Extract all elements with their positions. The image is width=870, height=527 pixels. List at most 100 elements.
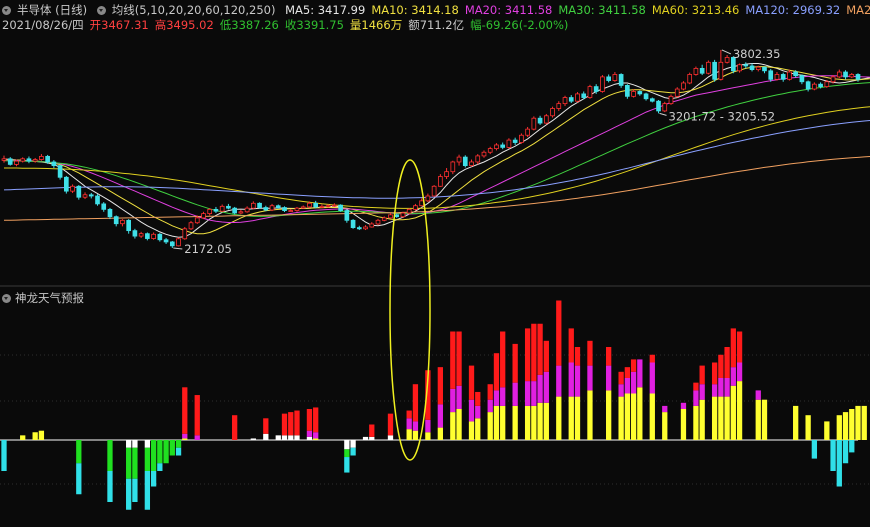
indicator-bar-red (606, 347, 612, 366)
indicator-bar-white (350, 440, 356, 448)
indicator-bar-white (250, 438, 256, 440)
indicator-bar-magenta (194, 435, 200, 440)
indicator-bar-magenta (630, 371, 637, 394)
candle-body (263, 207, 269, 211)
indicator-bar-magenta (537, 374, 543, 403)
candle-body (431, 185, 437, 197)
indicator-bar-cyan (344, 457, 350, 473)
candle-body (774, 74, 780, 80)
candle-body (95, 195, 100, 205)
candle-body (706, 61, 711, 74)
candle-body (300, 206, 306, 209)
candle-body (388, 214, 393, 219)
candle-body (755, 66, 761, 70)
candle-body (824, 81, 830, 88)
candle-body (438, 176, 443, 187)
indicator-bar-green (76, 440, 82, 464)
indicator-bar-yellow (475, 418, 481, 440)
candle-body (419, 200, 424, 207)
indicator-bar-red (194, 395, 200, 436)
candle-body (568, 97, 574, 102)
candle-body (836, 71, 842, 78)
moving-averages (3, 63, 870, 238)
candle-body (138, 233, 144, 237)
ma-line-ma120 (3, 119, 870, 199)
indicator-bar-red (412, 384, 419, 422)
indicator-bar-yellow (606, 390, 612, 440)
indicator-bar-yellow (805, 415, 811, 440)
indicator-bar-yellow (537, 402, 543, 440)
indicator-bar-white (362, 436, 369, 440)
candle-body (375, 219, 381, 225)
ma-line-ma10 (3, 66, 870, 235)
candle-body (413, 205, 418, 210)
indicator-bar-magenta (736, 362, 743, 382)
indicator-bar-cyan (842, 440, 849, 464)
indicator-bar-red (537, 323, 543, 375)
indicator-bar-yellow (755, 399, 761, 440)
candle-body (126, 219, 132, 232)
indicator-bar-red (231, 415, 238, 440)
indicator-bar-magenta (711, 384, 718, 397)
candle-body (257, 202, 262, 208)
indicator-bar-yellow (693, 405, 699, 440)
candle-body (693, 67, 699, 75)
candle-body (512, 139, 518, 143)
candle-body (39, 155, 44, 160)
indicator-bar-cyan (132, 478, 138, 502)
indicator-bar-magenta (699, 384, 705, 400)
candle-body (600, 76, 605, 92)
candle-body (344, 210, 350, 221)
indicator-bar-red (437, 367, 443, 405)
candle-body (780, 74, 786, 80)
candle-body (201, 213, 206, 219)
indicator-bar-red (475, 391, 481, 406)
candle-body (332, 204, 337, 207)
indicator-bar-red (387, 413, 394, 436)
indicator-bar-cyan (76, 463, 82, 495)
indicator-bar-magenta (456, 385, 462, 409)
candle-body (519, 134, 524, 143)
candle-body (587, 86, 593, 98)
candle-body (799, 75, 805, 83)
candle-body (531, 117, 537, 130)
candle-body (1, 158, 7, 161)
candle-body (475, 155, 481, 163)
indicator-bar-magenta (637, 359, 643, 388)
indicator-bar-red (718, 354, 724, 378)
indicator-bar-red (369, 424, 375, 437)
indicator-bar-yellow (32, 432, 38, 440)
candle-body (543, 115, 549, 124)
price-chart[interactable]: 3802.35 2172.05 3201.72 - 3205.52 (0, 0, 870, 527)
candle-body (251, 202, 256, 209)
candle-body (506, 139, 512, 148)
candle-body (556, 103, 562, 109)
high-label: 3802.35 (733, 47, 781, 61)
indicator-bar-green (107, 440, 113, 471)
candle-body (64, 176, 69, 192)
candle-body (593, 86, 599, 92)
indicator-bar-cyan (175, 447, 182, 456)
indicator-bar-red (294, 410, 300, 436)
indicator-bar-red (724, 347, 730, 378)
indicator-bar-green (175, 440, 182, 448)
indicator-bar-magenta (543, 371, 549, 403)
indicator-bar-yellow (524, 405, 531, 440)
candle-body (843, 71, 848, 78)
candle-body (469, 161, 474, 167)
indicator-bar-cyan (849, 440, 855, 453)
candle-body (57, 165, 63, 178)
indicator-bar-yellow (730, 385, 736, 440)
candle-body (581, 93, 587, 98)
candle-body (319, 205, 325, 208)
candle-body (51, 161, 57, 167)
candle-body (494, 144, 499, 149)
indicator-bar-magenta (693, 390, 699, 406)
candle-body (400, 212, 406, 218)
indicator-bar-magenta (730, 367, 736, 386)
indicator-bar-yellow (836, 415, 842, 440)
indicator-bar-red (313, 407, 319, 433)
candle-body (830, 76, 836, 83)
indicator-bar-red (493, 353, 500, 391)
indicator-bar-red (531, 323, 537, 382)
